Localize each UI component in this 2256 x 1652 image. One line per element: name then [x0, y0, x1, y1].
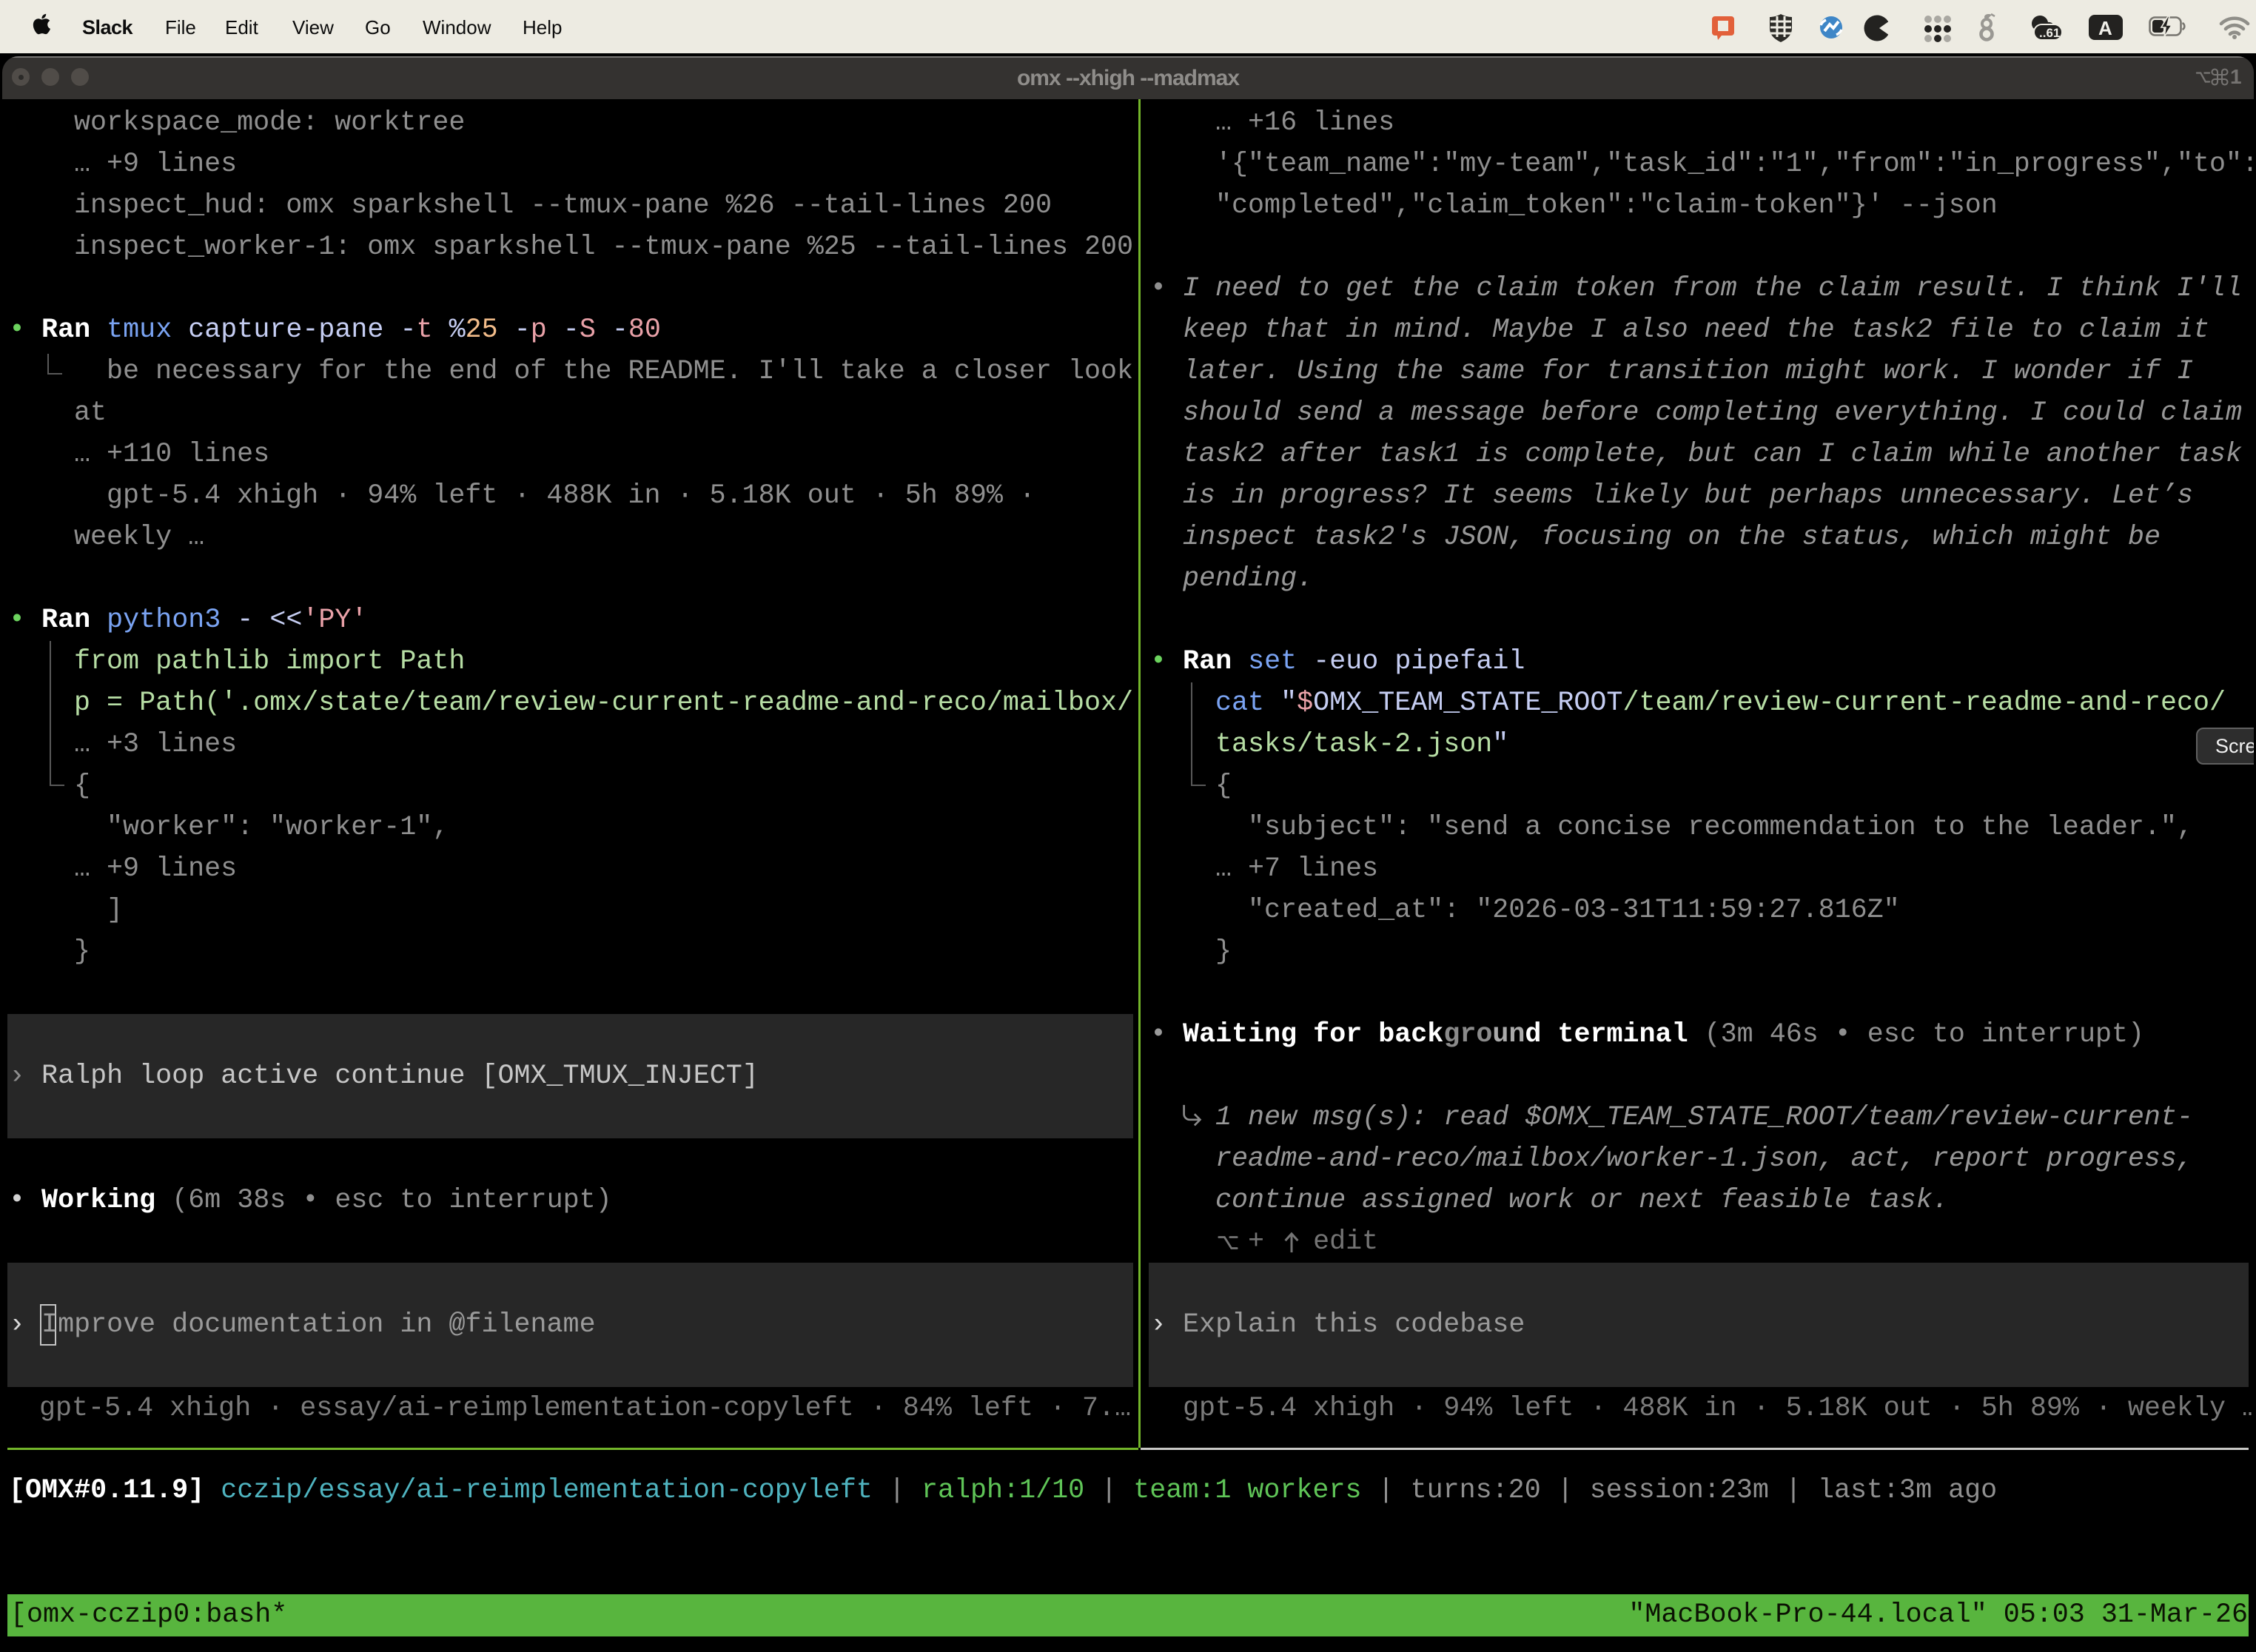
svg-text:A: A [2098, 17, 2112, 39]
svg-text:..61: ..61 [2039, 26, 2060, 40]
